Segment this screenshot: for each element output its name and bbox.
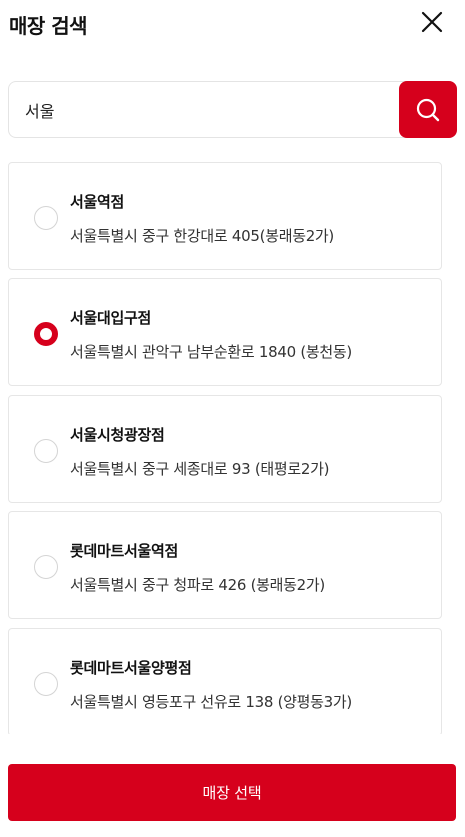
- store-address: 서울특별시 관악구 남부순환로 1840 (봉천동): [70, 343, 352, 361]
- search-input[interactable]: [8, 81, 418, 138]
- store-name: 롯데마트서울역점: [70, 542, 179, 560]
- store-radio[interactable]: [34, 206, 58, 230]
- close-button[interactable]: [418, 8, 446, 36]
- store-item[interactable]: 서울시청광장점 서울특별시 중구 세종대로 93 (태평로2가): [8, 395, 442, 503]
- store-radio[interactable]: [34, 439, 58, 463]
- store-radio[interactable]: [34, 555, 58, 579]
- store-item[interactable]: 롯데마트서울역점 서울특별시 중구 청파로 426 (봉래동2가): [8, 511, 442, 619]
- store-address: 서울특별시 영등포구 선유로 138 (양평동3가): [70, 693, 352, 711]
- close-icon: [421, 11, 443, 33]
- store-item[interactable]: 롯데마트서울양평점 서울특별시 영등포구 선유로 138 (양평동3가): [8, 628, 442, 734]
- store-address: 서울특별시 중구 청파로 426 (봉래동2가): [70, 576, 325, 594]
- store-address: 서울특별시 중구 한강대로 405(봉래동2가): [70, 227, 334, 245]
- page-title: 매장 검색: [9, 14, 88, 38]
- store-list: 서울역점 서울특별시 중구 한강대로 405(봉래동2가) 서울대입구점 서울특…: [8, 162, 442, 734]
- store-item[interactable]: 서울역점 서울특별시 중구 한강대로 405(봉래동2가): [8, 162, 442, 270]
- search-bar: [8, 81, 457, 138]
- store-name: 서울대입구점: [70, 309, 152, 327]
- store-name: 서울시청광장점: [70, 426, 165, 444]
- store-name: 롯데마트서울양평점: [70, 659, 192, 677]
- store-name: 서울역점: [70, 193, 125, 211]
- store-search-modal: 매장 검색 서울역점 서울특별시 중구 한강대로 405(봉래동2가) 서울대입…: [0, 0, 465, 837]
- search-button[interactable]: [399, 81, 457, 138]
- modal-header: 매장 검색: [0, 0, 465, 48]
- store-radio[interactable]: [34, 322, 58, 346]
- select-store-button[interactable]: 매장 선택: [8, 764, 456, 821]
- search-icon: [416, 98, 440, 121]
- store-item[interactable]: 서울대입구점 서울특별시 관악구 남부순환로 1840 (봉천동): [8, 278, 442, 386]
- store-radio[interactable]: [34, 672, 58, 696]
- store-address: 서울특별시 중구 세종대로 93 (태평로2가): [70, 460, 330, 478]
